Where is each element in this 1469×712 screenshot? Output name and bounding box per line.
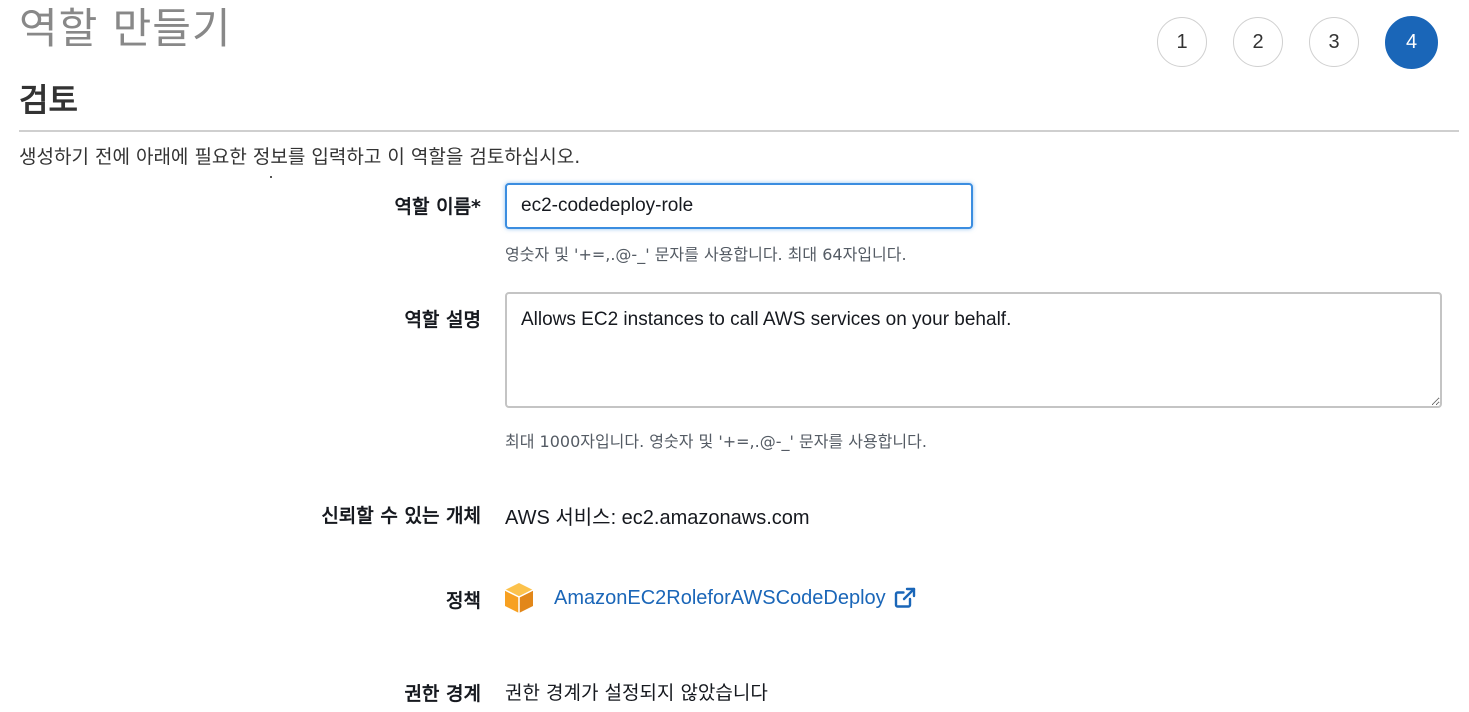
external-link-icon[interactable]: [894, 587, 916, 609]
divider-dot: [270, 176, 272, 178]
aws-managed-policy-cube-icon: [503, 581, 535, 615]
role-description-label: 역할 설명: [404, 309, 481, 331]
role-name-hint: 영숫자 및 '+=,.@-_' 문자를 사용합니다. 최대 64자입니다.: [505, 245, 907, 264]
role-description-hint: 최대 1000자입니다. 영숫자 및 '+=,.@-_' 문자를 사용합니다.: [505, 432, 927, 451]
role-description-textarea[interactable]: Allows EC2 instances to call AWS service…: [505, 292, 1442, 408]
page-title: 역할 만들기: [19, 4, 232, 53]
step-1-indicator[interactable]: 1: [1157, 17, 1207, 67]
permissions-boundary-label: 권한 경계: [404, 683, 481, 705]
section-divider: [19, 130, 1459, 132]
permissions-boundary-value: 권한 경계가 설정되지 않았습니다: [505, 682, 768, 704]
role-name-input[interactable]: [505, 183, 973, 229]
trusted-entities-label: 신뢰할 수 있는 개체: [321, 505, 481, 527]
policy-link[interactable]: AmazonEC2RoleforAWSCodeDeploy: [554, 587, 886, 610]
policies-label: 정책: [446, 590, 481, 612]
policy-item: AmazonEC2RoleforAWSCodeDeploy: [503, 581, 916, 615]
step-2-indicator[interactable]: 2: [1233, 17, 1283, 67]
section-title: 검토: [19, 81, 78, 119]
trusted-entities-value: AWS 서비스: ec2.amazonaws.com: [505, 507, 810, 529]
wizard-steps: 1 2 3 4: [1157, 16, 1438, 69]
step-4-indicator-active: 4: [1385, 16, 1438, 69]
step-3-indicator[interactable]: 3: [1309, 17, 1359, 67]
role-name-label: 역할 이름*: [394, 196, 481, 218]
intro-text: 생성하기 전에 아래에 필요한 정보를 입력하고 이 역할을 검토하십시오.: [19, 146, 581, 168]
